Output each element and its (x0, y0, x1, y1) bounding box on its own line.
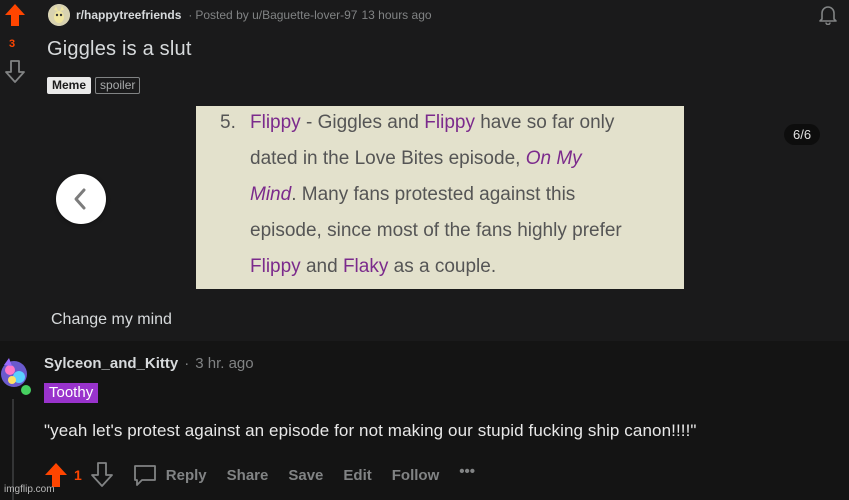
share-button[interactable]: Share (227, 467, 269, 484)
comment-username[interactable]: Sylceon_and_Kitty (44, 355, 178, 372)
save-label: Save (288, 466, 324, 484)
save-button[interactable]: Save (288, 467, 323, 484)
user-flair: Toothy (44, 383, 99, 403)
subreddit-icon[interactable] (48, 4, 70, 26)
image-text-line-5: Flippy and Flaky as a couple. (250, 256, 497, 277)
follow-button[interactable]: Follow (392, 467, 440, 484)
post-container: 3 r/happytreefriends · Posted by u/Bague… (0, 0, 849, 341)
gallery-prev-button[interactable] (56, 174, 106, 224)
comment-score: 1 (74, 467, 82, 483)
post-flairs: Meme spoiler (47, 77, 141, 94)
comment-actions: 1 Reply Share Save Edit Follow ••• (44, 459, 495, 491)
post-time: 13 hours ago (361, 8, 432, 22)
reply-button[interactable]: Reply (132, 463, 207, 487)
downvote-arrow-icon[interactable] (90, 462, 114, 488)
online-status-dot (19, 383, 33, 397)
image-text-line-3: Mind. Many fans protested against this (250, 184, 576, 205)
post-meta: r/happytreefriends · Posted by u/Baguett… (48, 4, 432, 26)
upvote-arrow-icon[interactable] (4, 3, 26, 27)
imgflip-watermark: imgflip.com (4, 484, 55, 495)
bell-icon[interactable] (817, 3, 839, 25)
meta-separator: · (184, 355, 190, 372)
chevron-left-icon (74, 188, 86, 210)
posted-by[interactable]: Posted by u/Baguette-lover-97 (195, 8, 357, 22)
share-label: Share (226, 466, 269, 484)
post-caption: Change my mind (51, 311, 172, 328)
edit-label: Edit (343, 466, 372, 484)
more-options-label: ••• (459, 462, 476, 480)
reply-label: Reply (165, 466, 207, 484)
comment-time: 3 hr. ago (195, 355, 254, 372)
image-text-line-4: episode, since most of the fans highly p… (250, 220, 622, 241)
meta-separator: · (188, 8, 193, 22)
subreddit-name[interactable]: r/happytreefriends (76, 8, 181, 22)
image-text-line-2: dated in the Love Bites episode, On My (250, 148, 582, 169)
comment-body: "yeah let's protest against an episode f… (44, 421, 697, 440)
image-text-line-1: Flippy - Giggles and Flippy have so far … (250, 112, 615, 133)
post-score: 3 (9, 38, 16, 50)
comment-header: Sylceon_and_Kitty · 3 hr. ago (44, 355, 254, 372)
post-title[interactable]: Giggles is a slut (47, 38, 192, 61)
flair-spoiler[interactable]: spoiler (95, 77, 141, 94)
downvote-arrow-icon[interactable] (4, 60, 26, 84)
edit-button[interactable]: Edit (343, 467, 371, 484)
more-options-button[interactable]: ••• (459, 463, 475, 480)
image-list-number: 5. (220, 112, 236, 133)
comment-bubble-icon (133, 465, 156, 486)
gallery-counter: 6/6 (784, 124, 821, 145)
follow-label: Follow (391, 466, 440, 484)
comment-section: Sylceon_and_Kitty · 3 hr. ago Toothy "ye… (0, 341, 849, 500)
gallery-image[interactable]: 5. Flippy - Giggles and Flippy have so f… (196, 106, 684, 289)
flair-meme[interactable]: Meme (47, 77, 92, 94)
